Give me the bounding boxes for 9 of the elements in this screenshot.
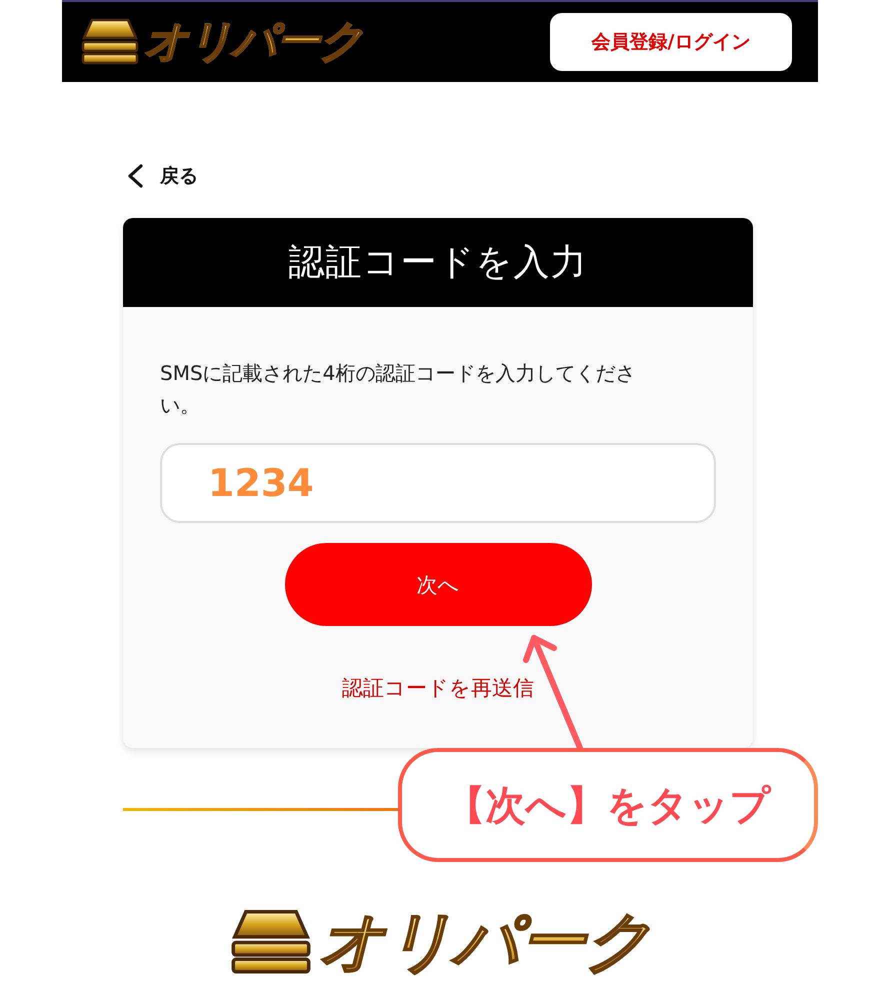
- resend-code-link[interactable]: 認証コードを再送信: [342, 674, 534, 702]
- instructions-text: SMSに記載された4桁の認証コードを入力してください。: [160, 360, 636, 419]
- ingot-stack-icon: [228, 908, 312, 976]
- login-button[interactable]: 会員登録/ログイン: [550, 13, 792, 71]
- next-button[interactable]: 次へ: [284, 543, 592, 626]
- callout-text: 【次へ】をタップ: [446, 782, 770, 830]
- back-link[interactable]: 戻る: [160, 163, 198, 189]
- card-title: 認証コードを入力: [123, 218, 753, 307]
- ingot-stack-icon: [80, 18, 140, 66]
